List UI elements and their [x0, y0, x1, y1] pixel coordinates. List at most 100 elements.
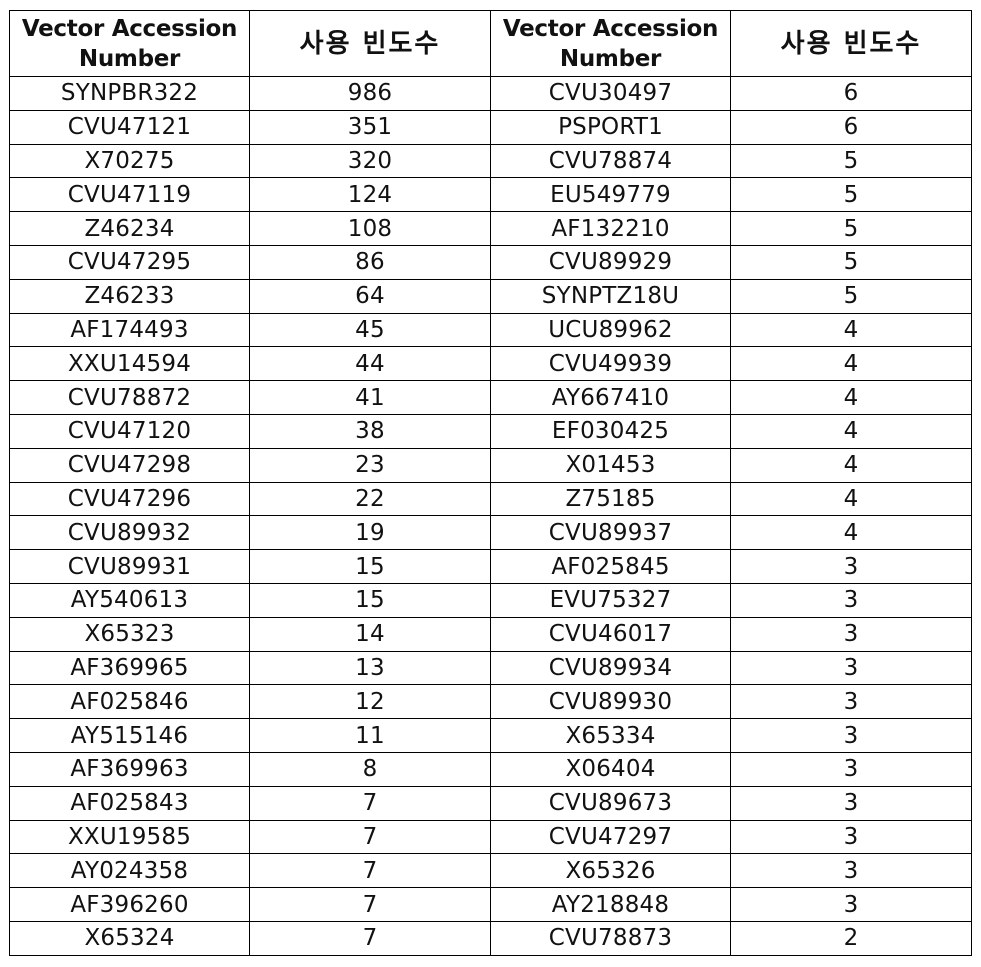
left-accession-cell: AF369963 [9, 751, 250, 787]
right-accession-cell: AF025845 [490, 549, 731, 584]
right-accession-cell: CVU89930 [490, 684, 731, 720]
right-accession-cell: CVU89929 [490, 244, 731, 280]
right-accession-cell: CVU30497 [490, 76, 731, 111]
table-row: AF025846 12 CVU89930 3 [9, 684, 972, 720]
table-body: SYNPBR322 986 CVU30497 6 CVU47121 351 PSPORT1 6… [9, 76, 972, 956]
left-frequency-cell: 320 [249, 143, 491, 179]
table-row: AF369965 13 CVU89934 3 [9, 650, 972, 686]
left-frequency-cell: 22 [249, 481, 491, 517]
left-accession-cell: Z46233 [9, 278, 250, 314]
left-accession-cell: X70275 [9, 143, 250, 179]
left-accession-cell: XXU14594 [9, 346, 250, 382]
right-frequency-cell: 6 [730, 76, 972, 111]
left-accession-cell: X65323 [9, 616, 250, 652]
table-row: AF174493 45 UCU89962 4 [9, 312, 972, 348]
table-row: CVU89931 15 AF025845 3 [9, 549, 972, 584]
left-accession-cell: CVU78872 [9, 380, 250, 415]
vector-frequency-table: Vector Accession Number 사용 빈도수 Vector Ac… [9, 10, 972, 956]
left-frequency-cell: 86 [249, 244, 491, 280]
left-accession-cell: CVU47298 [9, 447, 250, 483]
left-accession-cell: CVU47120 [9, 413, 250, 449]
right-accession-cell: X06404 [490, 751, 731, 787]
right-frequency-cell: 5 [730, 244, 972, 280]
right-accession-cell: Z75185 [490, 481, 731, 517]
table-row: CVU78872 41 AY667410 4 [9, 380, 972, 415]
table-row: Z46233 64 SYNPTZ18U 5 [9, 278, 972, 314]
right-accession-cell: AY218848 [490, 887, 731, 922]
right-frequency-cell: 4 [730, 515, 972, 551]
table-row: SYNPBR322 986 CVU30497 6 [9, 76, 972, 111]
left-accession-cell: CVU47119 [9, 177, 250, 213]
table-row: X65324 7 CVU78873 2 [9, 920, 972, 956]
left-frequency-cell: 15 [249, 549, 491, 584]
right-frequency-cell: 3 [730, 853, 972, 889]
right-frequency-cell: 4 [730, 481, 972, 517]
right-frequency-cell: 6 [730, 109, 972, 145]
left-frequency-cell: 351 [249, 109, 491, 145]
right-frequency-cell: 4 [730, 312, 972, 348]
left-accession-cell: CVU89932 [9, 515, 250, 551]
table-row: AY540613 15 EVU75327 3 [9, 582, 972, 618]
header-accession-right-line1: Vector Accession [502, 15, 719, 42]
right-accession-cell: EF030425 [490, 413, 731, 449]
right-accession-cell: EVU75327 [490, 582, 731, 618]
table-row: AY024358 7 X65326 3 [9, 853, 972, 889]
table-row: CVU47296 22 Z75185 4 [9, 481, 972, 517]
right-frequency-cell: 3 [730, 549, 972, 584]
table-row: CVU47298 23 X01453 4 [9, 447, 972, 483]
left-frequency-cell: 7 [249, 887, 491, 922]
right-accession-cell: SYNPTZ18U [490, 278, 731, 314]
right-frequency-cell: 5 [730, 211, 972, 246]
right-frequency-cell: 3 [730, 616, 972, 652]
header-accession-left: Vector Accession Number [9, 10, 250, 77]
right-frequency-cell: 4 [730, 413, 972, 449]
left-frequency-cell: 7 [249, 853, 491, 889]
left-frequency-cell: 7 [249, 920, 491, 956]
left-accession-cell: AF369965 [9, 650, 250, 686]
table-row: AF369963 8 X06404 3 [9, 751, 972, 787]
header-frequency-left: 사용 빈도수 [249, 10, 491, 77]
right-accession-cell: CVU89934 [490, 650, 731, 686]
table-row: CVU47120 38 EF030425 4 [9, 413, 972, 449]
left-accession-cell: CVU89931 [9, 549, 250, 584]
table-row: AF396260 7 AY218848 3 [9, 887, 972, 922]
header-accession-left-line2: Number [78, 45, 181, 72]
right-accession-cell: CVU89937 [490, 515, 731, 551]
left-frequency-cell: 64 [249, 278, 491, 314]
left-accession-cell: XXU19585 [9, 819, 250, 855]
right-frequency-cell: 5 [730, 143, 972, 179]
table-row: X65323 14 CVU46017 3 [9, 616, 972, 652]
right-accession-cell: CVU49939 [490, 346, 731, 382]
right-frequency-cell: 4 [730, 380, 972, 415]
left-accession-cell: AY024358 [9, 853, 250, 889]
left-accession-cell: AF174493 [9, 312, 250, 348]
header-accession-right-line2: Number [559, 45, 662, 72]
right-frequency-cell: 3 [730, 650, 972, 686]
table-row: CVU89932 19 CVU89937 4 [9, 515, 972, 551]
right-accession-cell: PSPORT1 [490, 109, 731, 145]
right-accession-cell: X01453 [490, 447, 731, 483]
right-accession-cell: AF132210 [490, 211, 731, 246]
left-frequency-cell: 38 [249, 413, 491, 449]
right-frequency-cell: 3 [730, 785, 972, 821]
table-header-row: Vector Accession Number 사용 빈도수 Vector Ac… [9, 10, 972, 77]
left-frequency-cell: 23 [249, 447, 491, 483]
right-accession-cell: AY667410 [490, 380, 731, 415]
right-accession-cell: X65326 [490, 853, 731, 889]
right-frequency-cell: 3 [730, 718, 972, 753]
left-accession-cell: AF025846 [9, 684, 250, 720]
left-accession-cell: AF025843 [9, 785, 250, 821]
left-accession-cell: CVU47296 [9, 481, 250, 517]
left-accession-cell: AF396260 [9, 887, 250, 922]
right-frequency-cell: 3 [730, 751, 972, 787]
table-row: CVU47121 351 PSPORT1 6 [9, 109, 972, 145]
left-frequency-cell: 14 [249, 616, 491, 652]
left-accession-cell: X65324 [9, 920, 250, 956]
right-frequency-cell: 3 [730, 819, 972, 855]
right-accession-cell: CVU47297 [490, 819, 731, 855]
left-accession-cell: AY515146 [9, 718, 250, 753]
right-frequency-cell: 2 [730, 920, 972, 956]
left-frequency-cell: 986 [249, 76, 491, 111]
left-frequency-cell: 41 [249, 380, 491, 415]
left-frequency-cell: 108 [249, 211, 491, 246]
